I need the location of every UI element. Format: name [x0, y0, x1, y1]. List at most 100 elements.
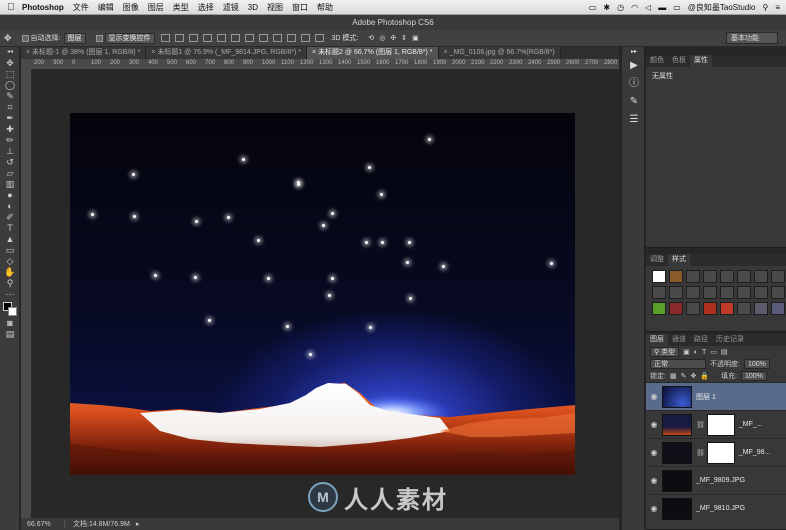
distribute-2-icon[interactable] [258, 34, 268, 42]
zoom-level[interactable]: 66.67% [21, 520, 65, 528]
style-swatch[interactable] [703, 302, 717, 315]
filter-shape-icon[interactable]: ▭ [710, 348, 717, 356]
menu-window[interactable]: 窗口 [292, 2, 308, 13]
style-swatch[interactable] [669, 286, 683, 299]
tab-color[interactable]: 颜色 [646, 55, 668, 67]
distribute-icon[interactable] [244, 34, 254, 42]
3d-tool[interactable]: ◇ [0, 256, 20, 267]
tab-doc-2[interactable]: × 未标题1 @ 76.9% (_MF_9814.JPG, RGB/8*) * [146, 47, 308, 59]
filter-smart-icon[interactable]: ▤ [721, 348, 728, 356]
3d-slide-icon[interactable]: ⇕ [401, 34, 407, 42]
user-name[interactable]: @良知墨TaoStudio [688, 2, 756, 13]
document-size[interactable]: 文档:14.8M/76.9M [65, 519, 130, 529]
layer-filter-dropdown[interactable]: ⚲ 类型 [650, 347, 680, 357]
quick-select-tool[interactable]: ✎ [0, 91, 20, 102]
style-swatch[interactable] [754, 270, 768, 283]
history-brush-tool[interactable]: ↺ [0, 157, 20, 168]
filter-adjust-icon[interactable]: ◐ [694, 349, 698, 356]
more-tools-icon[interactable]: ··· [0, 289, 20, 300]
eraser-tool[interactable]: ▱ [0, 168, 20, 179]
battery-icon[interactable]: ▭ [673, 3, 681, 12]
style-swatch[interactable] [703, 270, 717, 283]
path-select-tool[interactable]: ▲ [0, 234, 20, 245]
3d-scale-icon[interactable]: ▣ [412, 34, 419, 42]
color-swatches[interactable] [0, 300, 20, 318]
move-tool[interactable]: ✥ [0, 58, 20, 69]
style-swatch[interactable] [686, 286, 700, 299]
bluetooth-icon[interactable]: ✱ [603, 3, 610, 12]
blur-tool[interactable]: ● [0, 190, 20, 201]
quick-mask-icon[interactable]: ◙ [0, 318, 20, 329]
menu-view[interactable]: 视图 [267, 2, 283, 13]
hand-tool[interactable]: ✋ [0, 267, 20, 278]
layer-row[interactable]: ◉ _MF_9809.JPG [646, 466, 786, 494]
status-arrow-icon[interactable]: ▸ [136, 520, 140, 528]
fill-field[interactable]: 100% [741, 371, 767, 381]
notification-icon[interactable]: ≡ [775, 3, 780, 12]
style-swatch[interactable] [686, 270, 700, 283]
opacity-field[interactable]: 100% [743, 359, 770, 369]
visibility-eye-icon[interactable]: ◉ [646, 504, 662, 513]
move-tool-icon[interactable]: ✥ [4, 33, 12, 44]
blend-mode-dropdown[interactable]: 正常 [650, 359, 706, 369]
eyedropper-tool[interactable]: ✒ [0, 113, 20, 124]
horizontal-ruler[interactable]: 200 300 0 100 200 300 400 500 600 700 800 900 1000 11… [32, 59, 619, 70]
play-action-icon[interactable]: ▶ [622, 57, 646, 75]
style-swatch[interactable] [652, 286, 666, 299]
visibility-eye-icon[interactable]: ◉ [646, 476, 662, 485]
align-hcenter-icon[interactable] [216, 34, 226, 42]
menu-layer[interactable]: 图层 [148, 2, 164, 13]
menu-type[interactable]: 类型 [173, 2, 189, 13]
menu-3d[interactable]: 3D [248, 3, 258, 12]
healing-tool[interactable]: ✚ [0, 124, 20, 135]
3d-drag-icon[interactable]: ✣ [390, 34, 396, 42]
menu-file[interactable]: 文件 [73, 2, 89, 13]
tab-paths[interactable]: 路径 [690, 334, 712, 346]
style-swatch[interactable] [754, 286, 768, 299]
crop-tool[interactable]: ⌗ [0, 102, 20, 113]
brush-presets-icon[interactable]: ✎ [622, 93, 646, 111]
style-swatch[interactable] [771, 302, 785, 315]
align-vcenter-icon[interactable] [174, 34, 184, 42]
style-swatch[interactable] [703, 286, 717, 299]
lock-pixels-icon[interactable]: ✎ [681, 372, 687, 380]
menu-help[interactable]: 帮助 [317, 2, 333, 13]
document-canvas[interactable] [70, 113, 575, 475]
distribute-5-icon[interactable] [300, 34, 310, 42]
display-icon[interactable]: ▭ [589, 3, 597, 12]
stamp-tool[interactable]: ⊥ [0, 146, 20, 157]
adjust-sliders-icon[interactable]: ☰ [622, 111, 646, 129]
style-swatch[interactable] [652, 302, 666, 315]
background-color[interactable] [8, 307, 17, 316]
style-swatch[interactable] [686, 302, 700, 315]
distribute-3-icon[interactable] [272, 34, 282, 42]
style-swatch[interactable] [720, 270, 734, 283]
align-right-icon[interactable] [230, 34, 240, 42]
style-swatch[interactable] [652, 270, 666, 283]
style-swatch[interactable] [720, 286, 734, 299]
layer-row[interactable]: ◉ ⛓ _MF_... [646, 410, 786, 438]
style-swatch[interactable] [669, 302, 683, 315]
auto-select-checkbox[interactable] [21, 34, 29, 42]
wifi-icon[interactable]: ◠ [631, 3, 638, 12]
brush-tool[interactable]: ✏ [0, 135, 20, 146]
ruler-corner[interactable] [21, 59, 32, 70]
style-swatch[interactable] [754, 302, 768, 315]
tab-doc-1[interactable]: × 未标题-1 @ 38% (图层 1, RGB/8) * [21, 47, 147, 59]
align-bottom-icon[interactable] [188, 34, 198, 42]
tab-adjustments[interactable]: 调整 [646, 254, 668, 266]
lock-all-icon[interactable]: 🔒 [700, 372, 709, 380]
distribute-4-icon[interactable] [286, 34, 296, 42]
canvas-area[interactable] [32, 70, 619, 518]
visibility-eye-icon[interactable]: ◉ [646, 448, 662, 457]
info-icon[interactable]: ⓘ [622, 75, 646, 93]
spotlight-icon[interactable]: ⚲ [762, 3, 768, 12]
dodge-tool[interactable]: ◐ [0, 201, 20, 212]
pen-tool[interactable]: ✐ [0, 212, 20, 223]
style-swatch[interactable] [737, 302, 751, 315]
tab-layers[interactable]: 图层 [646, 334, 668, 346]
lasso-tool[interactable]: ◯ [0, 80, 20, 91]
style-swatch[interactable] [737, 270, 751, 283]
tab-styles[interactable]: 样式 [668, 254, 690, 266]
align-top-icon[interactable] [160, 34, 170, 42]
